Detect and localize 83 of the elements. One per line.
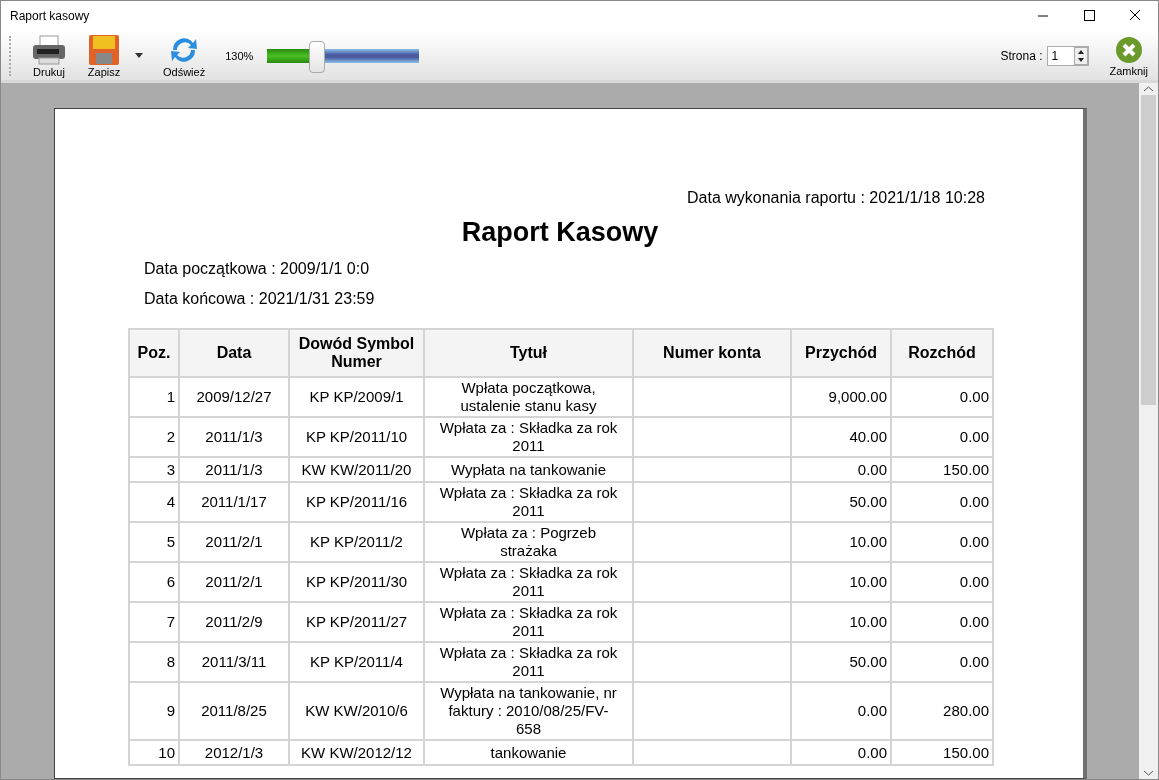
table-cell: 2011/2/1	[179, 562, 289, 602]
table-cell: KW KW/2011/20	[289, 457, 424, 482]
table-cell: 0.00	[791, 682, 891, 740]
table-cell: 150.00	[891, 457, 993, 482]
table-cell: 0.00	[891, 602, 993, 642]
table-cell: Wpłata za : Składka za rok 2011	[424, 562, 633, 602]
table-cell: 1	[129, 377, 179, 417]
table-cell: 0.00	[791, 457, 891, 482]
table-cell: 3	[129, 457, 179, 482]
column-header: Dowód Symbol Numer	[289, 329, 424, 377]
table-cell: 2011/3/11	[179, 642, 289, 682]
table-cell: tankowanie	[424, 740, 633, 765]
table-cell: 2011/2/9	[179, 602, 289, 642]
table-cell: 2011/1/3	[179, 457, 289, 482]
table-cell: KP KP/2011/10	[289, 417, 424, 457]
table-cell: 280.00	[891, 682, 993, 740]
table-cell: 9	[129, 682, 179, 740]
column-header: Numer konta	[633, 329, 791, 377]
column-header: Data	[179, 329, 289, 377]
report-timestamp: Data wykonania raportu : 2021/1/18 10:28	[686, 189, 985, 207]
table-cell: 8	[129, 642, 179, 682]
table-cell: KP KP/2011/4	[289, 642, 424, 682]
table-cell: Wpłata za : Pogrzeb strażaka	[424, 522, 633, 562]
print-button[interactable]: Drukuj	[23, 31, 75, 80]
report-title: Raport Kasowy	[460, 217, 660, 248]
close-report-button[interactable]: Zamknij	[1101, 32, 1156, 79]
column-header: Tytuł	[424, 329, 633, 377]
column-header: Rozchód	[891, 329, 993, 377]
dropdown-caret-icon[interactable]	[135, 53, 143, 58]
table-cell: Wpłata za : Składka za rok 2011	[424, 417, 633, 457]
page-number-field[interactable]: 1	[1047, 45, 1090, 66]
table-cell: Wpłata za : Składka za rok 2011	[424, 482, 633, 522]
table-cell: 10	[129, 740, 179, 765]
table-cell: 0.00	[891, 562, 993, 602]
start-date: Data początkowa : 2009/1/1 0:0	[144, 260, 371, 278]
table-cell: Wpłata za : Składka za rok 2011	[424, 642, 633, 682]
table-cell: 50.00	[791, 482, 891, 522]
table-cell: KP KP/2011/2	[289, 522, 424, 562]
table-cell: 0.00	[891, 377, 993, 417]
table-cell: 2011/1/3	[179, 417, 289, 457]
window-title: Raport kasowy	[9, 9, 91, 23]
table-cell: 0.00	[891, 482, 993, 522]
table-cell: 6	[129, 562, 179, 602]
table-cell: Wpłata początkowa, ustalenie stanu kasy	[424, 377, 633, 417]
table-cell: 2011/1/17	[179, 482, 289, 522]
table-cell: 10.00	[791, 522, 891, 562]
table-cell: 40.00	[791, 417, 891, 457]
table-cell: 10.00	[791, 562, 891, 602]
table-cell: Wpłata za : Składka za rok 2011	[424, 602, 633, 642]
table-cell: KW KW/2012/12	[289, 740, 424, 765]
table-cell: 150.00	[891, 740, 993, 765]
table-cell: 2011/8/25	[179, 682, 289, 740]
end-date: Data końcowa : 2021/1/31 23:59	[144, 290, 376, 308]
zoom-reading: 130%	[225, 49, 254, 62]
table-cell: 2009/12/27	[179, 377, 289, 417]
table-cell: 5	[129, 522, 179, 562]
table-cell: KP KP/2011/16	[289, 482, 424, 522]
table-cell: 2011/2/1	[179, 522, 289, 562]
refresh-button[interactable]: Odśwież	[155, 31, 214, 80]
save-button[interactable]: Zapisz	[79, 31, 129, 80]
table-cell: Wypłata na tankowanie, nr faktury : 2010/08/25/FV-658	[424, 682, 633, 740]
table-cell: 2	[129, 417, 179, 457]
column-header: Poz.	[129, 329, 179, 377]
vertical-scrollbar[interactable]	[1139, 83, 1158, 779]
table-cell: 4	[129, 482, 179, 522]
table-cell: 2012/1/3	[179, 740, 289, 765]
table-cell: 7	[129, 602, 179, 642]
table-cell: KP KP/2011/27	[289, 602, 424, 642]
table-cell: KW KW/2010/6	[289, 682, 424, 740]
table-cell: 0.00	[891, 642, 993, 682]
table-cell: KP KP/2009/1	[289, 377, 424, 417]
zoom-slider[interactable]	[267, 39, 420, 72]
table-cell: 0.00	[891, 417, 993, 457]
table-cell: 0.00	[791, 740, 891, 765]
table-cell: 50.00	[791, 642, 891, 682]
table-cell: KP KP/2011/30	[289, 562, 424, 602]
table-cell: 0.00	[891, 522, 993, 562]
page-label: Strona :	[1000, 48, 1043, 63]
table-cell: 9,000.00	[791, 377, 891, 417]
column-header: Przychód	[791, 329, 891, 377]
table-cell: 10.00	[791, 602, 891, 642]
table-cell: Wypłata na tankowanie	[424, 457, 633, 482]
spinner-arrows-icon[interactable]	[1074, 46, 1089, 65]
